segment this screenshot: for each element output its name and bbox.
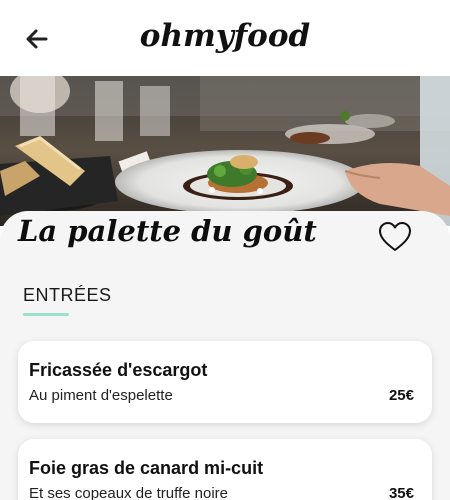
heart-outline-icon — [379, 222, 411, 251]
menu-item-card[interactable]: Foie gras de canard mi-cuit Et ses copea… — [18, 439, 432, 500]
app-header: ohmyfood — [0, 0, 450, 76]
hero-image — [0, 76, 450, 226]
like-button[interactable] — [377, 219, 413, 255]
app-logo: ohmyfood — [139, 18, 311, 54]
menu-item-name: Foie gras de canard mi-cuit — [29, 458, 264, 478]
menu-item-name: Fricassée d'escargot — [29, 360, 208, 380]
menu-item-card[interactable]: Fricassée d'escargot Au piment d'espelet… — [18, 341, 432, 423]
restaurant-name: La palette du goût — [18, 214, 317, 248]
menu-item-price: 35€ — [388, 485, 414, 500]
section-underline — [23, 313, 69, 316]
menu-item-description: Au piment d'espelette — [29, 387, 173, 404]
menu-item-description: Et ses copeaux de truffe noire — [29, 485, 229, 500]
menu-item-price: 25€ — [388, 387, 414, 404]
section-title: ENTRÉES — [23, 285, 112, 305]
